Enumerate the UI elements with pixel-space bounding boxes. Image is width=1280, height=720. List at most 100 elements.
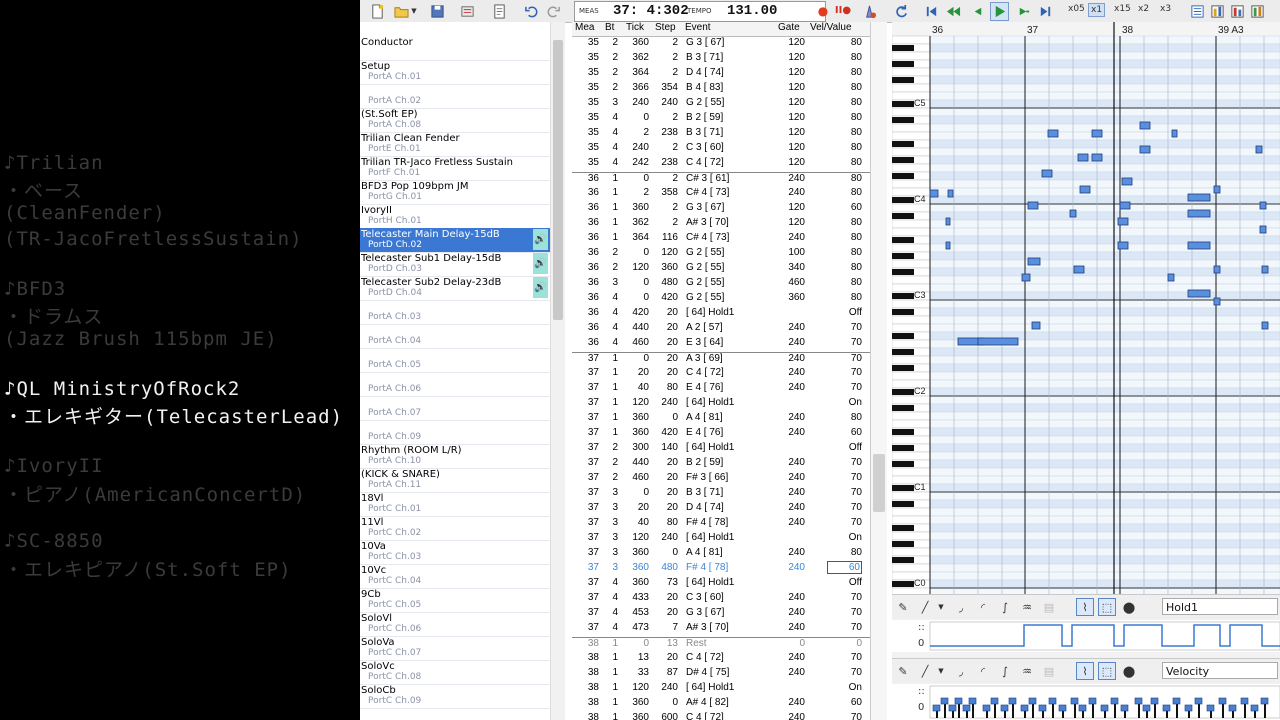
event-row[interactable]: 36 1 360 2 G 3 [ 67] 120 60: [572, 202, 870, 217]
tempo-value[interactable]: 131.00: [727, 3, 777, 19]
track-row[interactable]: Conductor: [360, 36, 550, 61]
track-row[interactable]: 18Vl PortC Ch.01: [360, 492, 550, 517]
speed-x1[interactable]: x1: [1088, 3, 1106, 17]
piano-roll[interactable]: 36 37 38 39 A3 C5 C4 C3 C2 C1 C0: [892, 22, 1280, 594]
velocity-handle[interactable]: [1206, 704, 1215, 712]
event-row[interactable]: 38 1 0 13 Rest 0 0: [572, 637, 870, 653]
curve-tool-icon[interactable]: ◞: [952, 598, 970, 616]
header-step[interactable]: Step: [655, 22, 676, 33]
eraser-tool-icon[interactable]: ⬤: [1120, 598, 1138, 616]
event-row[interactable]: 35 2 366 354 B 4 [ 83] 120 80: [572, 82, 870, 97]
track-row[interactable]: Setup PortA Ch.01: [360, 60, 550, 85]
velocity-handle[interactable]: [1088, 697, 1097, 705]
event-row[interactable]: 36 1 364 116 C# 4 [ 73] 240 80: [572, 232, 870, 247]
event-row[interactable]: 35 2 360 2 G 3 [ 67] 120 80: [572, 37, 870, 52]
header-vel-value[interactable]: Vel/Value: [810, 22, 852, 33]
velocity-handle[interactable]: [1048, 697, 1057, 705]
event-row[interactable]: 36 1 2 358 C# 4 [ 73] 240 80: [572, 187, 870, 202]
event-row[interactable]: 37 1 0 20 A 3 [ 69] 240 70: [572, 352, 870, 368]
speed-x15[interactable]: x15: [1112, 3, 1133, 15]
track-row[interactable]: (KICK & SNARE) PortA Ch.11: [360, 468, 550, 493]
new-file-icon[interactable]: [368, 2, 387, 21]
pause-record-icon[interactable]: II●: [835, 2, 851, 19]
velocity-handle[interactable]: [1038, 704, 1047, 712]
event-row[interactable]: 37 2 300 140 [ 64] Hold1 Off: [572, 442, 870, 457]
velocity-handle[interactable]: [990, 697, 999, 705]
event-row[interactable]: 35 4 240 2 C 3 [ 60] 120 80: [572, 142, 870, 157]
velocity-handle[interactable]: [1078, 704, 1087, 712]
save-icon[interactable]: [428, 2, 447, 21]
event-row[interactable]: 37 4 360 73 [ 64] Hold1 Off: [572, 577, 870, 592]
event-row[interactable]: 37 3 40 80 F# 4 [ 78] 240 70: [572, 517, 870, 532]
track-row[interactable]: Telecaster Sub1 Delay-15dB PortD Ch.03 🔊: [360, 252, 550, 277]
track-row[interactable]: Trilian TR-Jaco Fretless Sustain PortF Ch…: [360, 156, 550, 181]
speed-x2[interactable]: x2: [1136, 3, 1151, 15]
track-list-scrollbar[interactable]: [550, 22, 565, 720]
record-icon[interactable]: ●: [818, 2, 828, 19]
velocity-snap-tool-icon[interactable]: ⌇: [1076, 662, 1094, 680]
velocity-handle[interactable]: [962, 704, 971, 712]
event-row[interactable]: 38 1 120 240 [ 64] Hold1 On: [572, 682, 870, 697]
header-mea[interactable]: Mea: [575, 22, 594, 33]
velocity-handle[interactable]: [968, 697, 977, 705]
velocity-eraser-tool-icon[interactable]: ⬤: [1120, 662, 1138, 680]
score-view-icon[interactable]: [1228, 2, 1247, 21]
velocity-controller-lane[interactable]: :: 0: [892, 684, 1280, 720]
line-tool-dropdown-chevron-icon[interactable]: ▼: [932, 598, 950, 616]
event-row[interactable]: 35 3 240 240 G 2 [ 55] 120 80: [572, 97, 870, 112]
velocity-select-tool-icon[interactable]: ⬚: [1098, 662, 1116, 680]
undo-icon[interactable]: [522, 2, 541, 21]
track-row[interactable]: SoloVa PortC Ch.07: [360, 636, 550, 661]
header-gate[interactable]: Gate: [778, 22, 800, 33]
track-row[interactable]: Trilian Clean Fender PortE Ch.01: [360, 132, 550, 157]
velocity-handle[interactable]: [982, 704, 991, 712]
play-icon[interactable]: [990, 2, 1009, 21]
track-row[interactable]: Telecaster Main Delay-15dB PortD Ch.02 🔊: [360, 228, 550, 253]
velocity-handle[interactable]: [954, 697, 963, 705]
piano-roll-view-icon[interactable]: [1208, 2, 1227, 21]
properties-icon[interactable]: [458, 2, 477, 21]
event-row[interactable]: 37 3 360 0 A 4 [ 81] 240 80: [572, 547, 870, 562]
velocity-pointer-tool-icon[interactable]: ✎: [894, 662, 912, 680]
list-view-icon[interactable]: [1188, 2, 1207, 21]
velocity-handle[interactable]: [1008, 697, 1017, 705]
velocity-handle[interactable]: [1100, 704, 1109, 712]
step-back-icon[interactable]: [968, 2, 987, 21]
velocity-handle[interactable]: [1162, 704, 1171, 712]
track-row[interactable]: 10Va PortC Ch.03: [360, 540, 550, 565]
go-to-start-icon[interactable]: [922, 2, 941, 21]
go-to-end-icon[interactable]: [1036, 2, 1055, 21]
ruler-tool-icon[interactable]: ▤: [1040, 598, 1058, 616]
piano-roll-canvas[interactable]: 36 37 38 39 A3 C5 C4 C3 C2 C1 C0: [892, 22, 1280, 594]
speed-x05[interactable]: x05: [1066, 3, 1087, 15]
event-row[interactable]: 37 3 360 480 F# 4 [ 78] 240 60: [572, 561, 870, 577]
velocity-handle[interactable]: [1240, 697, 1249, 705]
event-row[interactable]: 37 1 360 420 E 4 [ 76] 240 60: [572, 427, 870, 442]
velocity-handle[interactable]: [1260, 697, 1269, 705]
track-row[interactable]: PortA Ch.04: [360, 324, 550, 349]
track-row[interactable]: SoloVc PortC Ch.08: [360, 660, 550, 685]
event-row[interactable]: 37 3 20 20 D 4 [ 74] 240 70: [572, 502, 870, 517]
track-row[interactable]: BFD3 Pop 109bpm JM PortG Ch.01: [360, 180, 550, 205]
velocity-arc-tool-icon[interactable]: ◜: [974, 662, 992, 680]
event-row[interactable]: 37 1 20 20 C 4 [ 72] 240 70: [572, 367, 870, 382]
track-row[interactable]: 9Cb PortC Ch.05: [360, 588, 550, 613]
track-list-scroll-thumb[interactable]: [553, 40, 563, 320]
track-row[interactable]: Telecaster Sub2 Delay-23dB PortD Ch.04 🔊: [360, 276, 550, 301]
velocity-handle[interactable]: [1172, 697, 1181, 705]
hold-lane-graph[interactable]: [892, 620, 1280, 652]
random-tool-icon[interactable]: ♒: [1018, 598, 1036, 616]
track-row[interactable]: 10Vc PortC Ch.04: [360, 564, 550, 589]
velocity-lane-graph[interactable]: [892, 684, 1280, 720]
event-row[interactable]: 36 2 0 120 G 2 [ 55] 100 80: [572, 247, 870, 262]
document-icon[interactable]: [490, 2, 509, 21]
event-row[interactable]: 37 3 0 20 B 3 [ 71] 240 70: [572, 487, 870, 502]
event-row[interactable]: 36 4 460 20 E 3 [ 64] 240 70: [572, 337, 870, 352]
pointer-tool-icon[interactable]: ✎: [894, 598, 912, 616]
velocity-handle[interactable]: [940, 697, 949, 705]
open-folder-icon[interactable]: [392, 2, 411, 21]
track-row[interactable]: SoloVl PortC Ch.06: [360, 612, 550, 637]
controller-type-select-hold[interactable]: Hold1: [1162, 598, 1278, 615]
event-list-scrollbar[interactable]: [870, 22, 887, 720]
controller-type-select-velocity[interactable]: Velocity: [1162, 662, 1278, 679]
